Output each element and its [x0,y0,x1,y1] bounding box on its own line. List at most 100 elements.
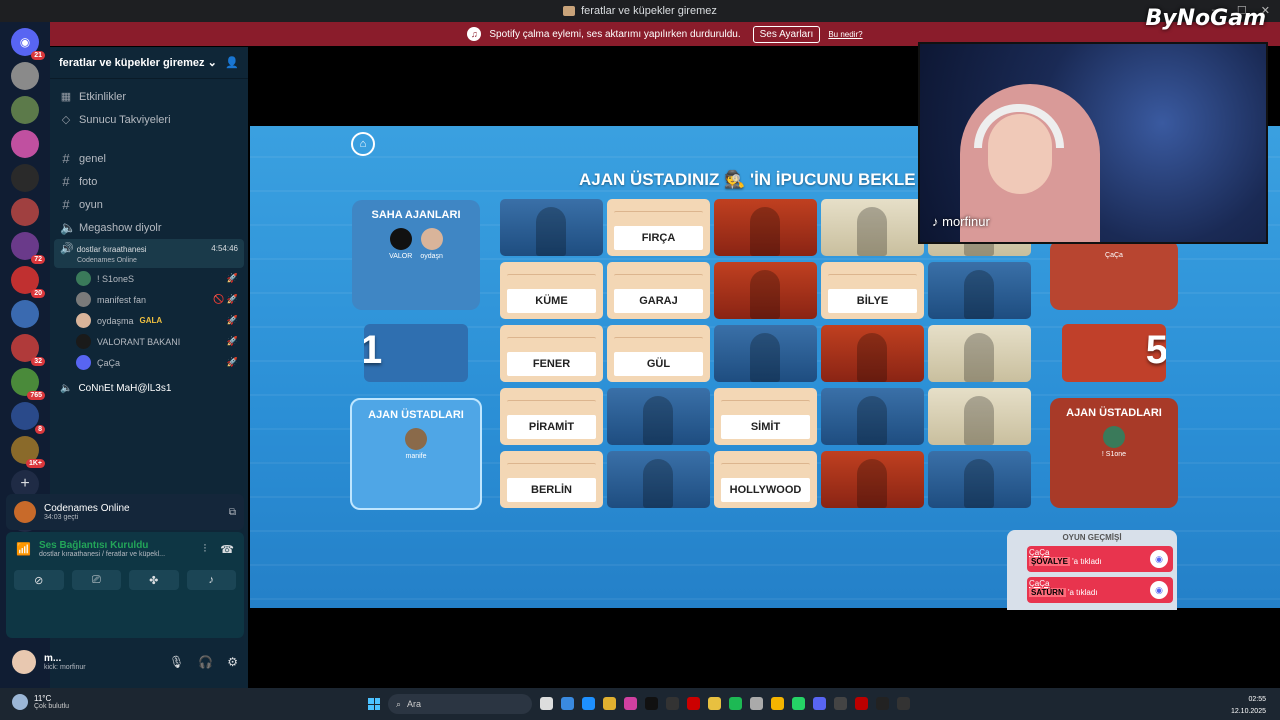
word-card[interactable]: HOLLYWOOD [714,451,817,508]
app-icon[interactable] [687,697,700,710]
folder-icon[interactable] [708,697,721,710]
gear-icon[interactable]: ⚙ [227,655,238,669]
screen-share-button[interactable]: ⎚ [71,570,121,590]
system-clock[interactable]: 02:55 12.10.2025 [1231,694,1266,718]
server-icon[interactable] [11,164,39,192]
activity-icon[interactable]: ⧉ [229,507,236,518]
camera-off-button[interactable]: ⊘ [14,570,64,590]
channel-oyun[interactable]: # oyun [50,193,248,216]
app-icon[interactable] [561,697,574,710]
word-card[interactable]: BERLİN [500,451,603,508]
app-icon[interactable] [855,697,868,710]
voice-member[interactable]: ! S1oneS 🚀 [50,268,248,289]
home-icon[interactable]: ⌂ [351,132,375,156]
tiktok-icon[interactable] [645,697,658,710]
voice-member[interactable]: VALORANT BAKANI 🚀 [50,331,248,352]
word-card[interactable]: GARAJ [607,262,710,319]
voice-channel-other[interactable]: 🔈 CoNnEt MaH@lL3s1 [50,377,248,399]
blue-agent-card[interactable] [714,325,817,382]
server-icon[interactable] [11,96,39,124]
server-icon[interactable]: 72 [11,232,45,264]
word-card[interactable]: BİLYE [821,262,924,319]
noise-icon[interactable]: ⫶ [204,543,207,556]
agent-figure [750,333,780,382]
game-avatar [14,501,36,523]
app-icon[interactable] [624,697,637,710]
server-icon[interactable] [11,62,39,90]
server-icon[interactable] [11,300,39,328]
blue-agent-card[interactable] [928,262,1031,319]
server-icon[interactable] [11,198,39,226]
disconnect-icon[interactable]: ☎ [220,543,234,556]
blue-agent-card[interactable] [607,451,710,508]
chrome-icon[interactable] [771,697,784,710]
voice-member[interactable]: oydaşma GALA 🚀 [50,310,248,331]
blue-agent-card[interactable] [607,388,710,445]
invite-icon[interactable]: 👤 [225,56,239,69]
word-card[interactable]: FENER [500,325,603,382]
start-icon[interactable] [368,698,380,710]
headphones-icon[interactable]: 🎧 [198,655,213,669]
explorer-icon[interactable] [603,697,616,710]
server-icon[interactable]: 765 [11,368,45,400]
active-voice-channel[interactable]: 🔊 dostlar kıraathanesi 4:54:46 Codenames … [54,239,244,268]
server-icon[interactable]: 32 [11,334,45,366]
neutral-agent-card[interactable] [928,388,1031,445]
app-icon[interactable] [834,697,847,710]
spotify-icon[interactable] [729,697,742,710]
nav-events[interactable]: ▦ Etkinlikler [50,85,248,108]
word-card[interactable]: SİMİT [714,388,817,445]
blue-agent-card[interactable] [928,451,1031,508]
voice-channel-megashow[interactable]: 🔈 Megashow diyolr [50,216,248,239]
channel-genel[interactable]: # genel [50,147,248,170]
neutral-agent-card[interactable] [821,199,924,256]
sound-settings-button[interactable]: Ses Ayarları [752,25,821,43]
taskview-icon[interactable] [540,697,553,710]
channel-foto[interactable]: # foto [50,170,248,193]
red-agent-card[interactable] [821,451,924,508]
spotify-icon: ♫ [467,27,482,41]
weather-widget[interactable]: 11°C Çok bulutlu [12,694,69,710]
banner-info-link[interactable]: Bu nedir? [828,30,862,39]
red-agent-card[interactable] [714,199,817,256]
app-icon[interactable] [897,697,910,710]
app-icon[interactable] [750,697,763,710]
activities-button[interactable]: ✤ [129,570,179,590]
word-card[interactable]: GÜL [607,325,710,382]
app-icon[interactable] [666,697,679,710]
server-icon[interactable]: 1K+ [11,436,45,468]
taskbar-search[interactable]: ⌕ Ara [388,694,532,714]
discord-icon[interactable] [813,697,826,710]
voice-member[interactable]: ÇaÇa 🚀 [50,352,248,373]
red-agent-card[interactable] [714,262,817,319]
whatsapp-icon[interactable] [792,697,805,710]
blue-agent-card[interactable] [821,388,924,445]
history-entry: ÇaÇa ŞÖVALYE 'a tıkladı ◉ [1027,546,1173,572]
app-icon [563,6,576,16]
word-card[interactable]: KÜME [500,262,603,319]
server-header[interactable]: feratlar ve küpekler giremez ⌄ 👤 [50,47,248,79]
weather-text: Çok bulutlu [34,703,70,710]
nav-boosts[interactable]: ◇ Sunucu Takviyeleri [50,108,248,131]
blue-agent-card[interactable] [500,199,603,256]
word-card[interactable]: PİRAMİT [500,388,603,445]
server-icon[interactable] [11,130,39,158]
mic-icon[interactable]: 🎙 [169,655,184,669]
voice-member[interactable]: manifest fan 🚫 🚀 [50,289,248,310]
tiktok-icon: ♪ [932,214,939,229]
red-field-agents: ÇaÇa [1050,240,1178,310]
app-icon[interactable] [876,697,889,710]
signal-icon[interactable]: 📶 [16,542,31,556]
soundboard-button[interactable]: ♪ [186,570,236,590]
red-agent-card[interactable] [821,325,924,382]
server-icon[interactable]: 20 [11,266,45,298]
activity-card[interactable]: Codenames Online 34:03 geçti ⧉ [6,494,244,530]
avatar [76,334,91,349]
word-card[interactable]: FIRÇA [607,199,710,256]
history-action: 'a tıkladı [1067,588,1098,597]
avatar[interactable] [12,650,36,674]
neutral-agent-card[interactable] [928,325,1031,382]
dm-home-icon[interactable]: ◉ 21 [11,28,45,60]
server-icon[interactable]: 8 [11,402,45,434]
edge-icon[interactable] [582,697,595,710]
